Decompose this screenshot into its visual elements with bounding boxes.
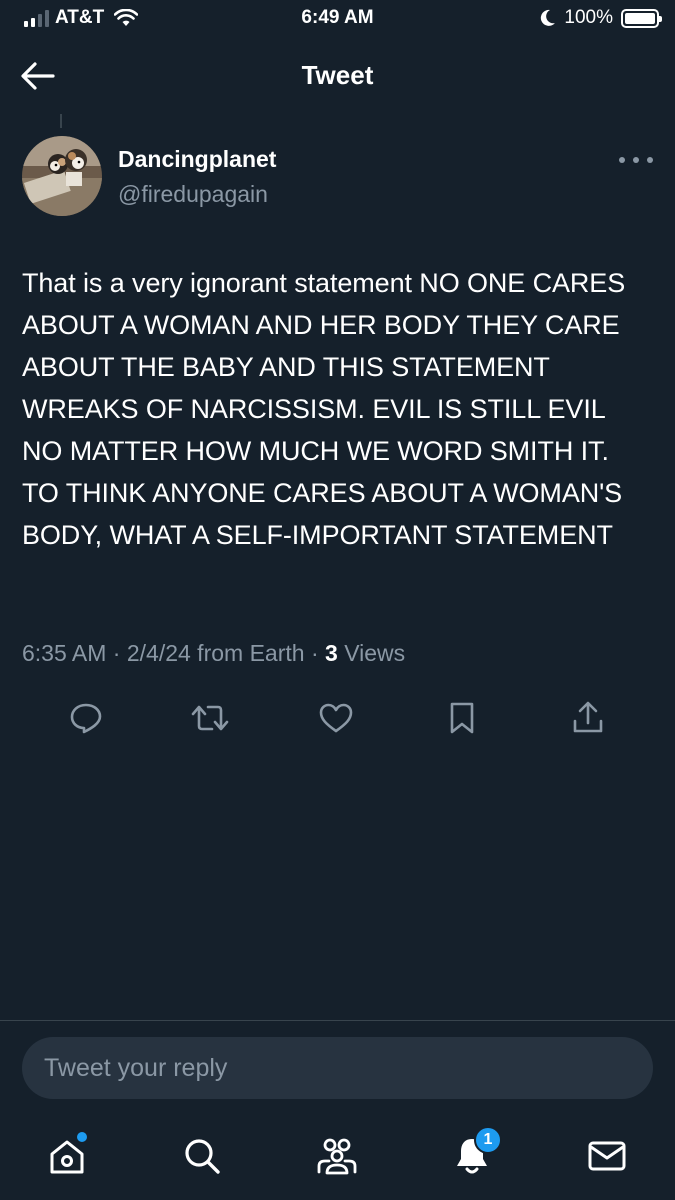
heart-icon	[319, 703, 353, 733]
reply-composer[interactable]	[22, 1037, 653, 1099]
tweet-time: 6:35 AM	[22, 640, 107, 666]
author-display-name[interactable]: Dancingplanet	[118, 146, 276, 173]
tweet-date: 2/4/24	[126, 640, 191, 666]
bookmark-icon	[450, 702, 474, 734]
tweet-actions	[0, 696, 675, 740]
search-icon	[185, 1139, 220, 1174]
views-count[interactable]: 3	[325, 640, 338, 666]
tab-messages[interactable]	[583, 1132, 631, 1180]
like-button[interactable]	[314, 696, 358, 740]
retweet-icon	[191, 705, 229, 731]
share-button[interactable]	[566, 696, 610, 740]
share-icon	[573, 701, 603, 733]
tweet-detail-screen: AT&T 6:49 AM 100% Tweet Dancingplanet @f…	[0, 0, 675, 1200]
tab-communities[interactable]	[313, 1132, 361, 1180]
author-handle[interactable]: @firedupagain	[118, 181, 276, 208]
bookmark-button[interactable]	[440, 696, 484, 740]
reply-button[interactable]	[64, 696, 108, 740]
notifications-count-badge: 1	[474, 1126, 502, 1154]
tweet-author[interactable]: Dancingplanet @firedupagain	[118, 146, 276, 208]
battery-percent: 100%	[564, 7, 613, 28]
reply-icon	[70, 703, 102, 734]
home-icon	[50, 1140, 84, 1174]
bottom-tab-bar: 1	[0, 1118, 675, 1200]
top-nav-header: Tweet	[0, 40, 675, 112]
more-dot-icon	[633, 157, 639, 163]
reply-input[interactable]	[44, 1053, 653, 1083]
meta-separator: ·	[304, 640, 326, 666]
page-title: Tweet	[301, 60, 374, 90]
tweet-meta: 6:35 AM · 2/4/24 from Earth · 3 Views	[22, 640, 405, 667]
retweet-button[interactable]	[188, 696, 232, 740]
status-bar: AT&T 6:49 AM 100%	[0, 0, 675, 40]
tab-notifications[interactable]: 1	[448, 1126, 502, 1180]
home-unread-dot	[77, 1132, 87, 1142]
do-not-disturb-moon-icon	[541, 9, 556, 26]
tweet-text: That is a very ignorant statement NO ONE…	[22, 268, 626, 550]
more-dot-icon	[647, 157, 653, 163]
battery-icon	[621, 8, 662, 28]
communities-icon	[317, 1138, 357, 1175]
more-options-button[interactable]	[619, 150, 653, 170]
envelope-icon	[588, 1141, 626, 1171]
more-dot-icon	[619, 157, 625, 163]
tab-home[interactable]	[43, 1132, 91, 1180]
thread-connector-line	[60, 114, 62, 128]
avatar[interactable]	[22, 136, 102, 216]
meta-separator: ·	[106, 640, 127, 666]
avatar-dogs-photo	[22, 136, 102, 216]
tab-search[interactable]	[178, 1132, 226, 1180]
status-right: 100%	[540, 7, 662, 29]
tweet-source: from Earth	[190, 640, 305, 666]
reply-divider	[0, 1020, 675, 1021]
views-label[interactable]: Views	[338, 640, 405, 666]
